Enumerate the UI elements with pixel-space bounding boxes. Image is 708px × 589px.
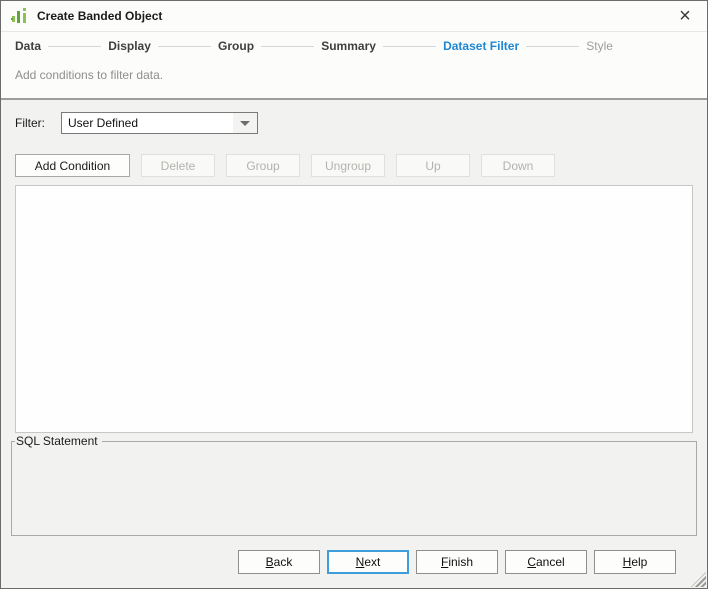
help-button[interactable]: Help <box>594 550 676 574</box>
step-style[interactable]: Style <box>586 39 613 53</box>
wizard-header: Data Display Group Summary Dataset Filte… <box>1 32 707 100</box>
banded-object-icon <box>11 7 29 25</box>
step-data[interactable]: Data <box>15 39 41 53</box>
filter-label: Filter: <box>15 116 61 130</box>
close-icon[interactable]: × <box>673 4 697 28</box>
filter-combobox[interactable]: User Defined <box>61 112 258 134</box>
step-summary[interactable]: Summary <box>321 39 376 53</box>
finish-button[interactable]: Finish <box>416 550 498 574</box>
step-connector <box>48 46 101 47</box>
step-connector <box>526 46 579 47</box>
add-condition-button[interactable]: Add Condition <box>15 154 130 177</box>
cancel-button[interactable]: Cancel <box>505 550 587 574</box>
title-bar: Create Banded Object × <box>1 1 707 32</box>
dialog-body: Filter: User Defined Add Condition Delet… <box>1 100 707 588</box>
step-dataset-filter[interactable]: Dataset Filter <box>443 39 519 53</box>
ungroup-button[interactable]: Ungroup <box>311 154 385 177</box>
back-button[interactable]: Back <box>238 550 320 574</box>
sql-statement-content <box>12 442 696 535</box>
conditions-list-panel[interactable] <box>15 185 693 433</box>
down-button[interactable]: Down <box>481 154 555 177</box>
chevron-down-icon <box>240 121 250 126</box>
step-connector <box>383 46 436 47</box>
sql-statement-groupbox: SQL Statement <box>11 441 697 536</box>
step-connector <box>158 46 211 47</box>
wizard-stepper: Data Display Group Summary Dataset Filte… <box>15 32 693 60</box>
step-group[interactable]: Group <box>218 39 254 53</box>
next-button[interactable]: Next <box>327 550 409 574</box>
step-display[interactable]: Display <box>108 39 151 53</box>
up-button[interactable]: Up <box>396 154 470 177</box>
delete-button[interactable]: Delete <box>141 154 215 177</box>
step-connector <box>261 46 314 47</box>
dialog-footer: Back Next Finish Cancel Help <box>15 550 693 588</box>
filter-selected-value: User Defined <box>62 116 233 130</box>
create-banded-object-dialog: Create Banded Object × Data Display Grou… <box>0 0 708 589</box>
condition-toolbar: Add Condition Delete Group Ungroup Up Do… <box>15 154 693 177</box>
filter-row: Filter: User Defined <box>15 112 693 134</box>
group-button[interactable]: Group <box>226 154 300 177</box>
dialog-title: Create Banded Object <box>37 9 673 23</box>
combobox-dropdown-button[interactable] <box>233 113 257 133</box>
step-description: Add conditions to filter data. <box>15 60 693 98</box>
sql-statement-label: SQL Statement <box>15 434 102 448</box>
